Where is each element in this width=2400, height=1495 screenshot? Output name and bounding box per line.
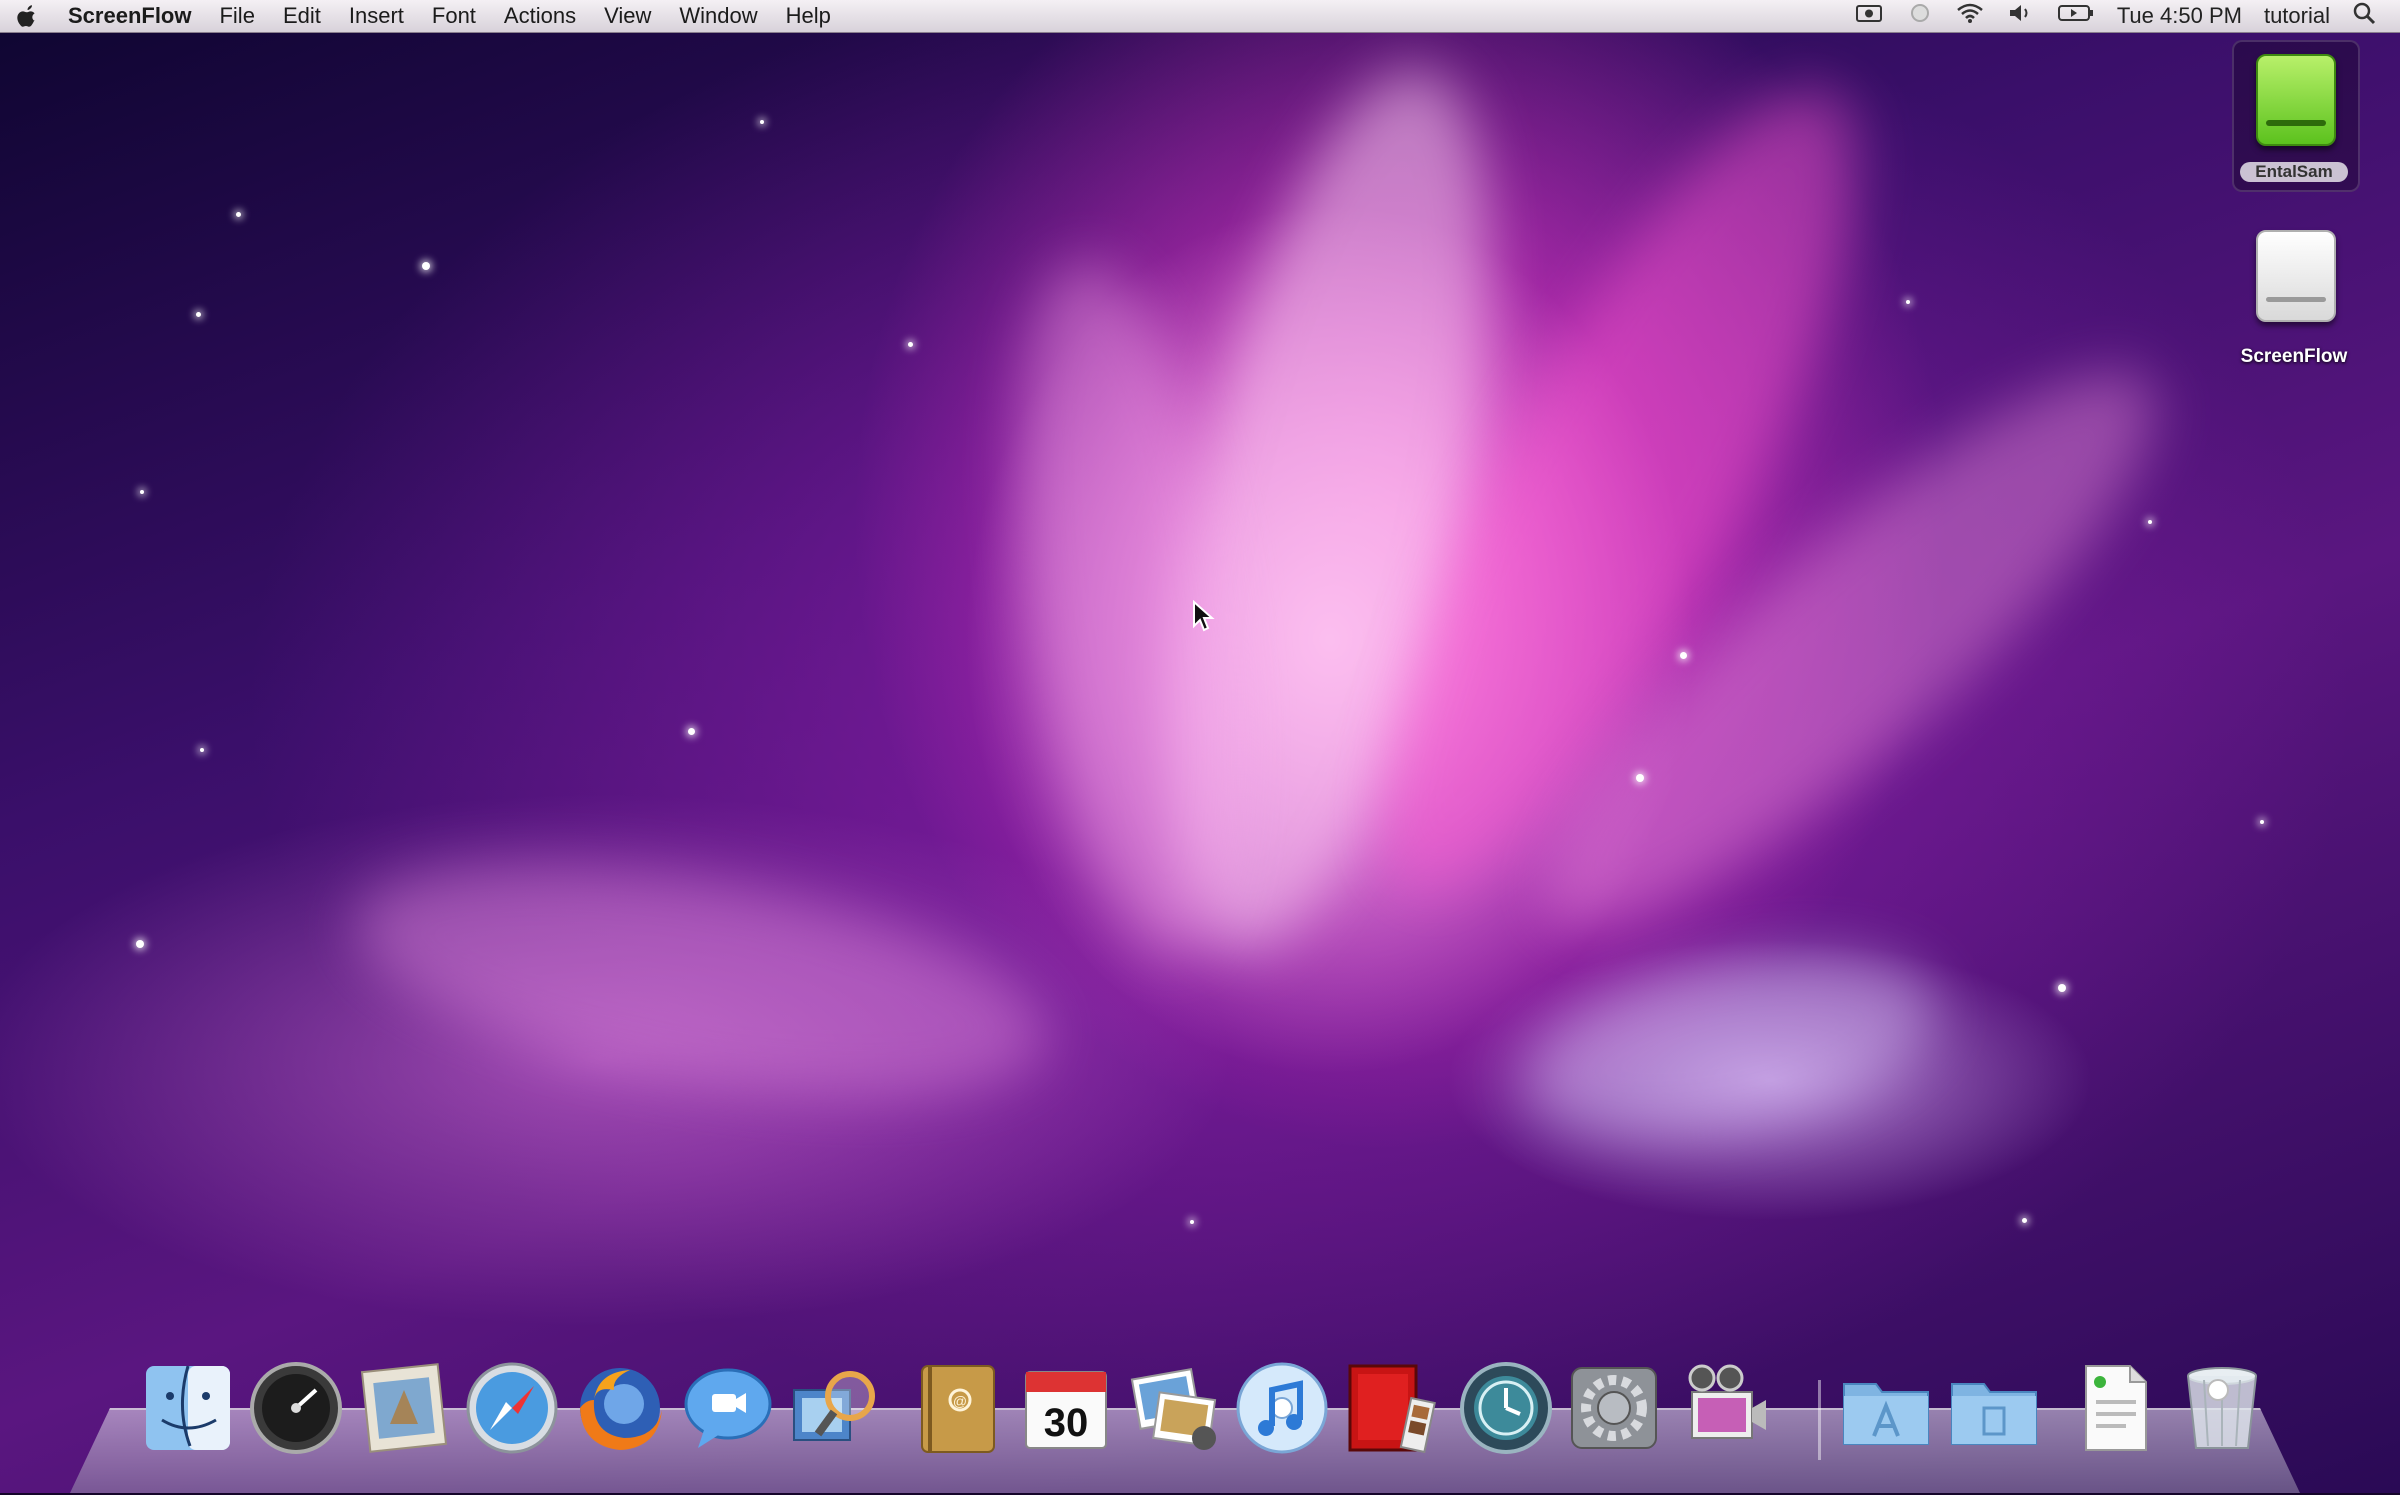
documents-folder-icon: [1951, 1383, 2037, 1445]
dock-item-documents-folder[interactable]: [1946, 1360, 2042, 1456]
dock-item-trash[interactable]: [2174, 1360, 2270, 1456]
mail-icon: [360, 1363, 448, 1453]
dock-item-mail[interactable]: [356, 1360, 452, 1456]
dock: @ 30: [0, 1360, 2400, 1470]
ical-icon: 30: [1025, 1371, 1107, 1449]
star: [760, 120, 764, 124]
volume-icon[interactable]: [2007, 2, 2035, 30]
aurora-ray: [1506, 918, 1954, 1172]
dock-item-firefox[interactable]: [572, 1360, 668, 1456]
dock-item-iphoto[interactable]: [1126, 1360, 1222, 1456]
star: [236, 212, 241, 217]
dashboard-icon: [250, 1362, 342, 1454]
star: [136, 940, 144, 948]
menu-user[interactable]: tutorial: [2264, 3, 2330, 29]
star: [140, 490, 144, 494]
desktop-wallpaper[interactable]: EntalSam ScreenFlow: [0, 0, 2400, 1493]
star: [688, 728, 695, 735]
menu-app-name[interactable]: ScreenFlow: [54, 3, 205, 29]
wifi-icon[interactable]: [1955, 2, 1985, 30]
star: [1680, 652, 1687, 659]
menu-actions[interactable]: Actions: [490, 3, 590, 29]
dock-item-finder[interactable]: [140, 1360, 236, 1456]
ichat-icon: [684, 1368, 772, 1448]
svg-text:@: @: [953, 1393, 967, 1409]
star: [200, 748, 204, 752]
menu-window[interactable]: Window: [665, 3, 771, 29]
dock-item-address-book[interactable]: @: [910, 1360, 1006, 1456]
star: [908, 342, 913, 347]
time-machine-icon: [1460, 1362, 1552, 1454]
dock-item-downloads-stack[interactable]: [2066, 1360, 2162, 1456]
battery-icon[interactable]: [2057, 2, 2095, 30]
finder-icon: [146, 1365, 230, 1450]
star: [1190, 1220, 1194, 1224]
dock-item-system-preferences[interactable]: [1566, 1360, 1662, 1456]
dock-item-time-machine[interactable]: [1458, 1360, 1554, 1456]
ical-date: 30: [1044, 1401, 1089, 1445]
star: [2260, 820, 2264, 824]
menu-insert[interactable]: Insert: [335, 3, 418, 29]
green-external-drive-icon: [2256, 54, 2336, 146]
dock-item-safari[interactable]: [464, 1360, 560, 1456]
star: [422, 262, 430, 270]
aurora-ray: [337, 820, 1063, 1140]
screenflow-icon: [1688, 1364, 1766, 1439]
sync-icon[interactable]: [1907, 2, 1933, 30]
star: [1636, 774, 1644, 782]
volume-label: ScreenFlow: [2240, 346, 2348, 367]
iphoto-icon: [1130, 1368, 1217, 1450]
dock-item-dashboard[interactable]: [248, 1360, 344, 1456]
volume-entalsam[interactable]: EntalSam: [2224, 40, 2364, 200]
dock-item-itunes[interactable]: [1234, 1360, 1330, 1456]
dock-item-ical[interactable]: 30: [1018, 1360, 1114, 1456]
mouse-cursor-icon: [1193, 600, 1215, 632]
spotlight-icon[interactable]: [2352, 1, 2376, 31]
preview-icon: [793, 1371, 875, 1441]
itunes-icon: [1236, 1362, 1328, 1454]
volume-label: EntalSam: [2240, 162, 2348, 182]
star: [2022, 1218, 2027, 1223]
trash-icon: [2187, 1367, 2257, 1449]
menu-clock[interactable]: Tue 4:50 PM: [2117, 3, 2242, 29]
menu-font[interactable]: Font: [418, 3, 490, 29]
menu-file[interactable]: File: [205, 3, 268, 29]
menu-help[interactable]: Help: [772, 3, 845, 29]
menu-bar: ScreenFlow File Edit Insert Font Actions…: [0, 0, 2400, 33]
menu-extras: Tue 4:50 PM tutorial: [1855, 1, 2400, 31]
screenflow-record-icon[interactable]: [1855, 2, 1885, 30]
menu-view[interactable]: View: [590, 3, 665, 29]
star: [1906, 300, 1910, 304]
dock-item-screenflow[interactable]: [1674, 1360, 1770, 1456]
star: [2148, 520, 2152, 524]
applications-folder-icon: [1843, 1383, 1929, 1445]
dock-item-applications-folder[interactable]: [1838, 1360, 1934, 1456]
star: [2058, 984, 2066, 992]
apple-menu-icon[interactable]: [0, 4, 54, 28]
system-preferences-icon: [1571, 1367, 1657, 1449]
dock-item-preview[interactable]: [788, 1360, 884, 1456]
star: [196, 312, 201, 317]
volume-screenflow[interactable]: ScreenFlow: [2224, 226, 2364, 376]
menu-edit[interactable]: Edit: [269, 3, 335, 29]
dock-item-photo-booth[interactable]: [1342, 1360, 1438, 1456]
safari-icon: [466, 1362, 558, 1454]
downloads-stack-icon: [2085, 1365, 2147, 1451]
photo-booth-icon: [1348, 1364, 1436, 1454]
dock-item-ichat[interactable]: [680, 1360, 776, 1456]
address-book-icon: @: [921, 1365, 995, 1453]
white-disk-image-icon: [2256, 230, 2336, 322]
firefox-icon: [580, 1368, 662, 1450]
